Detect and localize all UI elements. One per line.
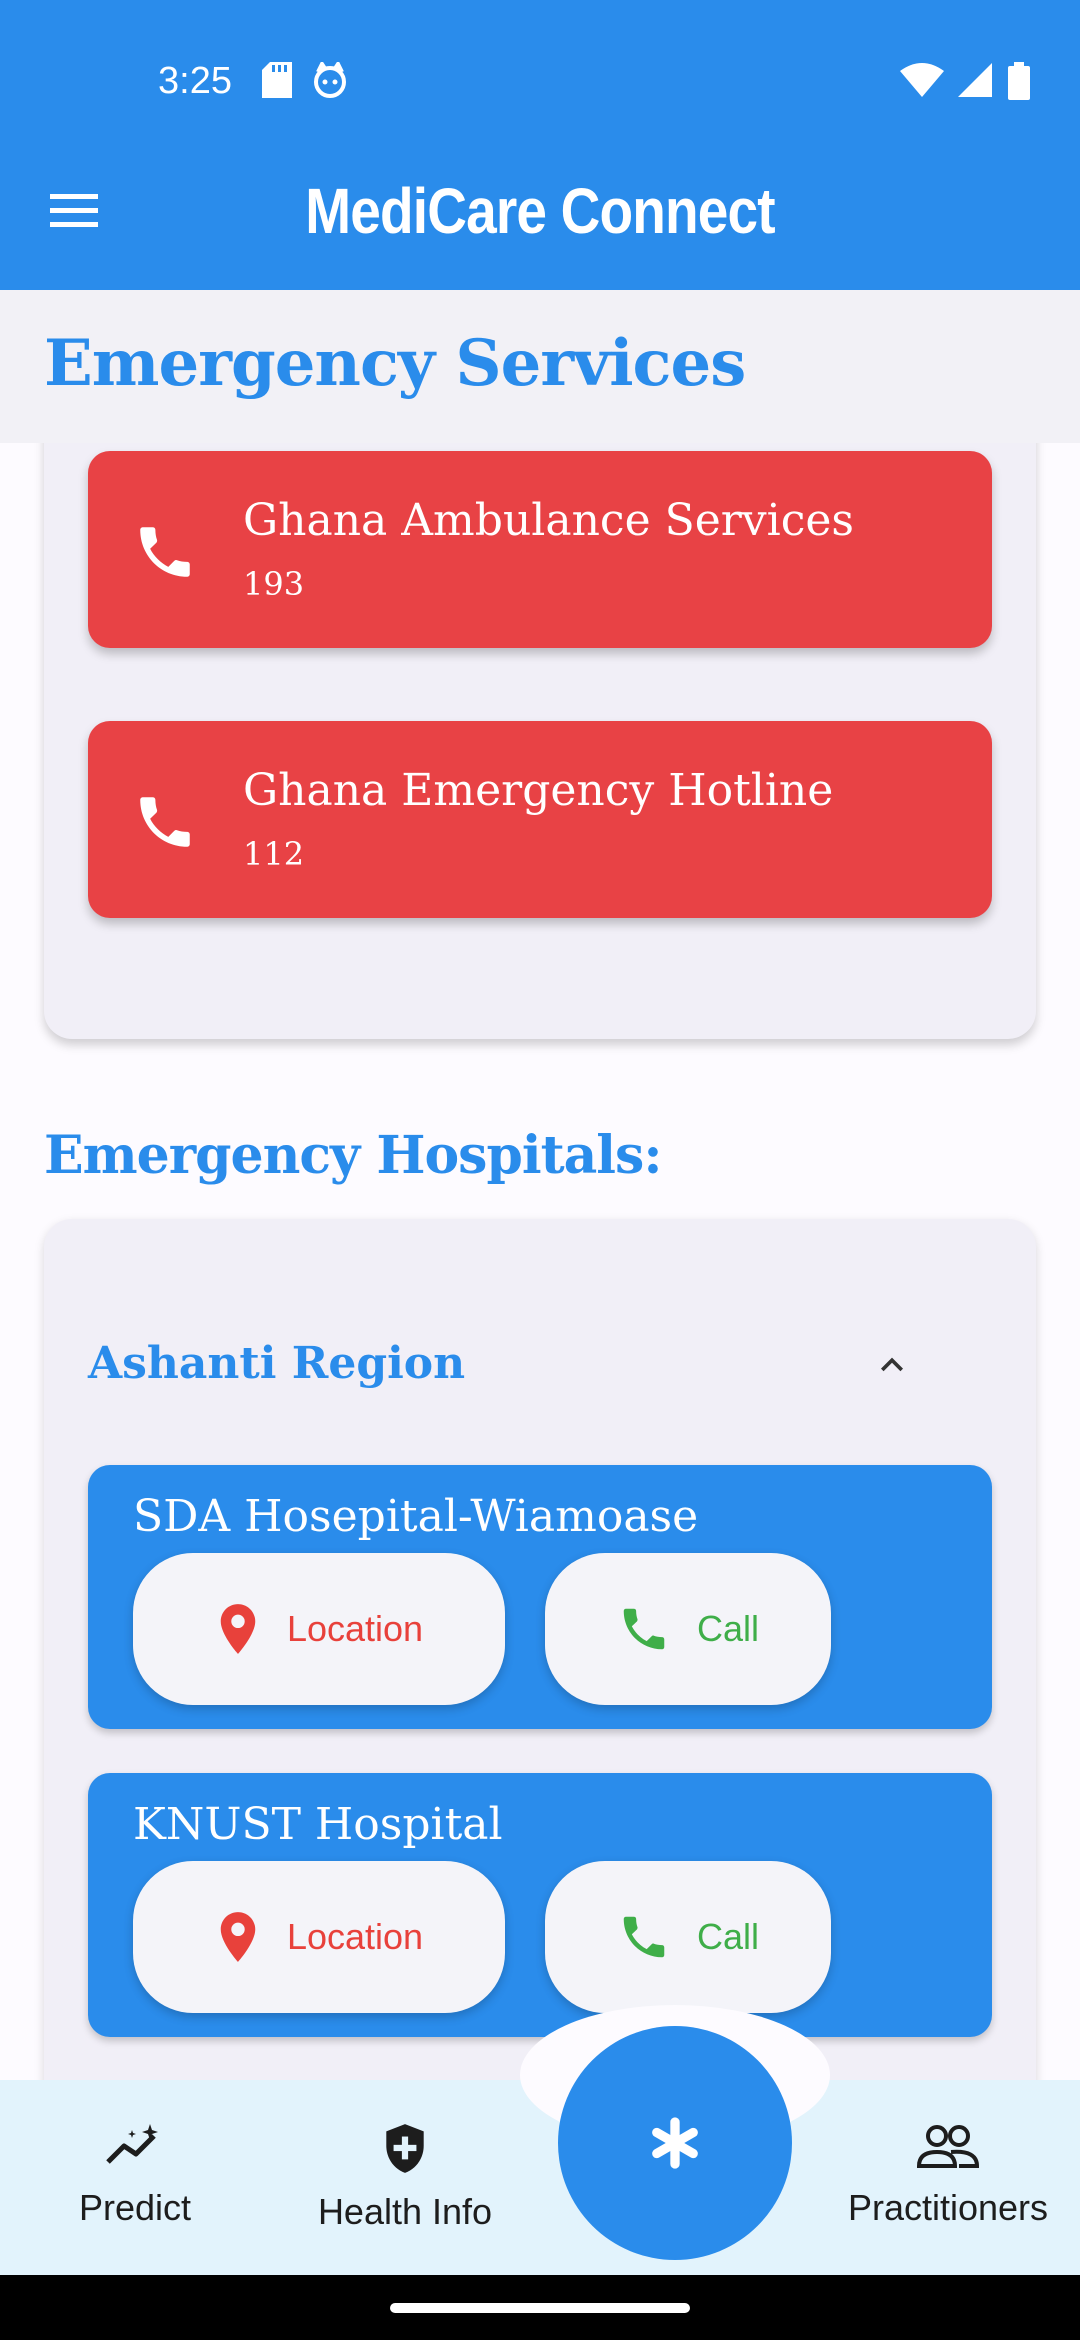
page-title: Emergency Services: [44, 326, 746, 401]
location-pin-icon: [220, 1912, 256, 1962]
app-title: MediCare Connect: [305, 175, 775, 247]
region-header[interactable]: Ashanti Region: [88, 1338, 465, 1389]
call-button[interactable]: Call: [545, 1553, 831, 1705]
call-button-label: Call: [696, 1916, 759, 1957]
nav-label: Practitioners: [847, 2187, 1049, 2228]
emergency-contact-hotline[interactable]: Ghana Emergency Hotline 112: [88, 721, 992, 918]
nav-item-predict[interactable]: Predict: [60, 2122, 210, 2229]
phone-icon: [623, 1608, 665, 1650]
emergency-contact-number: 193: [243, 565, 305, 603]
location-button[interactable]: Location: [133, 1553, 505, 1705]
nav-item-practitioners[interactable]: Practitioners: [828, 2122, 1068, 2229]
battery-icon: [1008, 62, 1030, 100]
signal-icon: [958, 63, 992, 97]
gesture-handle[interactable]: [390, 2303, 690, 2313]
region-collapse-button[interactable]: [870, 1343, 920, 1393]
emergency-contact-ambulance[interactable]: Ghana Ambulance Services 193: [88, 451, 992, 648]
hospitals-heading: Emergency Hospitals:: [44, 1125, 663, 1186]
emergency-fab[interactable]: [558, 2026, 792, 2260]
emergency-contact-name: Ghana Ambulance Services: [243, 495, 854, 546]
phone-icon: [140, 797, 190, 847]
hospital-card: SDA Hosepital-Wiamoase Location Call: [88, 1465, 992, 1729]
people-icon: [916, 2125, 980, 2168]
nav-label: Predict: [78, 2187, 192, 2228]
phone-icon: [623, 1916, 665, 1958]
page-header: Emergency Services: [0, 290, 1080, 443]
hospital-card: KNUST Hospital Location Call: [88, 1773, 992, 2037]
emergency-contact-number: 112: [243, 835, 305, 873]
trend-sparkle-icon: [106, 2124, 158, 2164]
call-button-label: Call: [696, 1608, 759, 1649]
content-scroll[interactable]: Ghana Ambulance Services 193 Ghana Emerg…: [0, 443, 1080, 2080]
call-button[interactable]: Call: [545, 1861, 831, 2013]
location-pin-icon: [220, 1604, 256, 1654]
nav-item-health-info[interactable]: Health Info: [300, 2122, 510, 2233]
app-bar: MediCare Connect: [0, 140, 1080, 290]
emergency-contact-name: Ghana Emergency Hotline: [243, 765, 834, 816]
sd-card-icon: [262, 62, 292, 98]
shield-plus-icon: [386, 2124, 424, 2173]
asterisk-icon: [652, 2117, 698, 2169]
location-button[interactable]: Location: [133, 1861, 505, 2013]
status-icons-left: [262, 62, 348, 98]
cat-face-icon: [314, 62, 346, 98]
chevron-up-icon: [881, 1357, 903, 1372]
hospital-name: KNUST Hospital: [133, 1799, 503, 1850]
nav-label: Health Info: [317, 2191, 493, 2232]
location-button-label: Location: [286, 1916, 424, 1957]
phone-icon: [140, 527, 190, 577]
hospital-name: SDA Hosepital-Wiamoase: [133, 1491, 699, 1542]
location-button-label: Location: [286, 1608, 424, 1649]
status-icons-right: [900, 62, 1030, 100]
status-time: 3:25: [158, 60, 232, 102]
wifi-icon: [900, 63, 944, 97]
